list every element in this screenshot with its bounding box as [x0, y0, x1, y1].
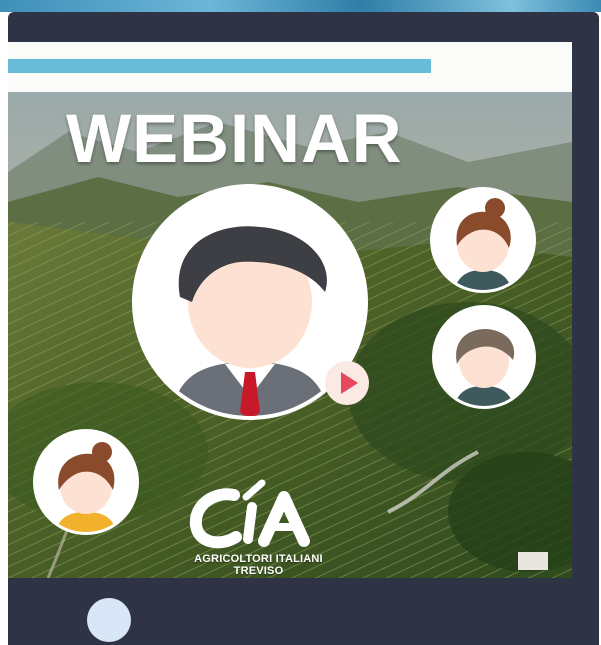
logo-text-treviso: TREVISO: [233, 564, 284, 577]
top-water-strip: [0, 0, 601, 12]
app-window: WEBINAR AGRICOLTORI ITALIANI TREVISO: [0, 0, 601, 645]
webinar-title: WEBINAR: [66, 100, 403, 177]
cia-logo: AGRICOLTORI ITALIANI TREVISO: [186, 477, 331, 577]
cia-logo-mark-icon: [189, 479, 310, 549]
progress-bar: [8, 59, 431, 73]
header-bar: [8, 42, 572, 92]
webinar-screen: WEBINAR AGRICOLTORI ITALIANI TREVISO: [8, 42, 572, 578]
play-icon[interactable]: [324, 360, 370, 406]
participant-woman-icon: [430, 187, 536, 293]
logo-text-agricoltori: AGRICOLTORI ITALIANI: [194, 553, 323, 565]
participant-girl-icon: [33, 429, 139, 535]
home-button-indicator[interactable]: [87, 598, 131, 642]
participant-man-icon: [432, 305, 536, 409]
